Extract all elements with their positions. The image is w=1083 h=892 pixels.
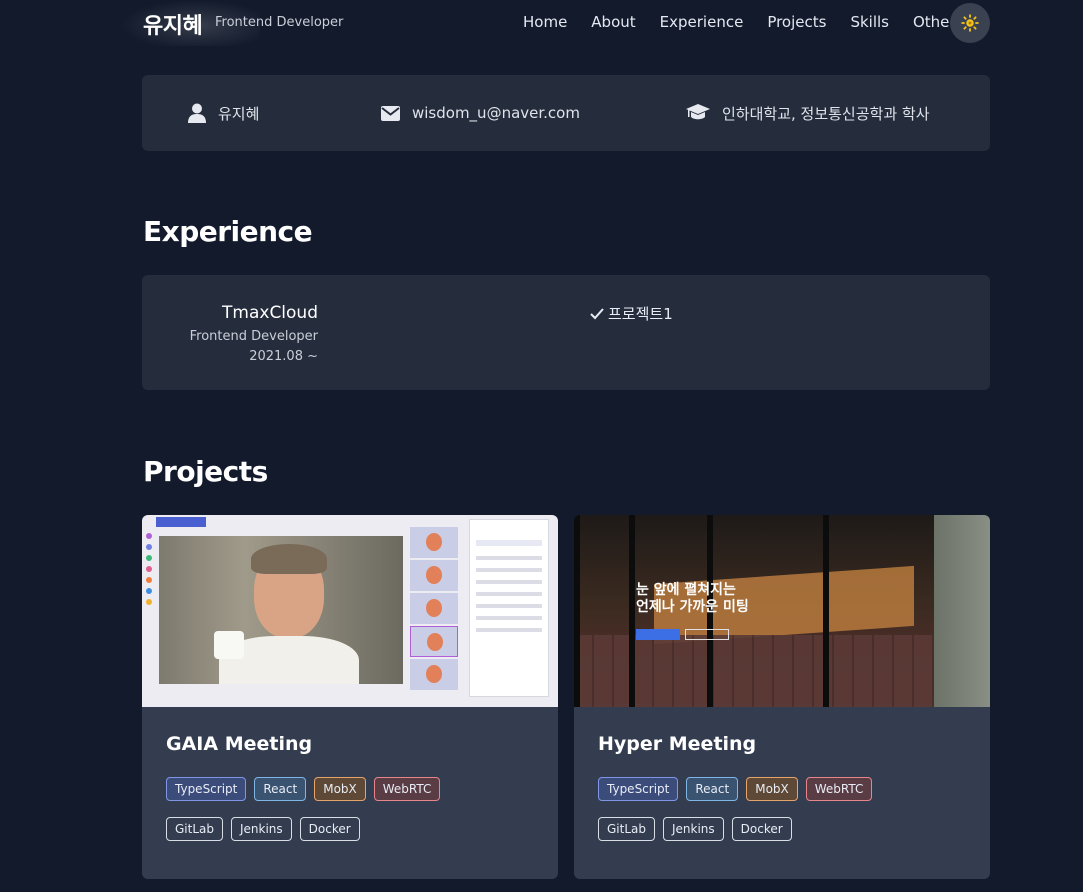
tag-docker: Docker (299, 817, 360, 841)
experience-heading: Experience (143, 215, 313, 248)
hyper-tech-tags: TypeScript React MobX WebRTC (598, 777, 873, 801)
tag-jenkins: Jenkins (231, 817, 292, 841)
project-card-hyper[interactable]: 눈 앞에 펼쳐지는 언제나 가까운 미팅 Hyper Meeting TypeS… (574, 515, 990, 879)
info-education: 인하대학교, 정보통신공학과 학사 (686, 75, 930, 151)
graduation-cap-icon (686, 104, 710, 120)
info-name-text: 유지혜 (218, 104, 260, 123)
about-info-card: 유지혜 wisdom_u@naver.com 인하대학교, 정보통신공학과 학사 (142, 75, 990, 151)
nav-projects[interactable]: Projects (767, 13, 826, 31)
top-navbar: 유지혜 Frontend Developer Home About Experi… (0, 0, 1083, 46)
theme-toggle-button[interactable] (950, 3, 990, 43)
tag-react: React (686, 777, 739, 801)
exp-role: Frontend Developer (189, 329, 318, 344)
exp-project-label: 프로젝트1 (608, 305, 673, 323)
brand-name[interactable]: 유지혜 (143, 8, 203, 40)
hyper-tool-tags: GitLab Jenkins Docker (598, 817, 792, 841)
info-education-text: 인하대학교, 정보통신공학과 학사 (722, 104, 930, 123)
tag-webrtc: WebRTC (805, 777, 873, 801)
sun-icon (961, 14, 979, 32)
nav-about[interactable]: About (591, 13, 635, 31)
nav-experience[interactable]: Experience (660, 13, 744, 31)
envelope-icon (381, 105, 400, 121)
exp-project-item: 프로젝트1 (590, 303, 673, 324)
exp-period: 2021.08 ~ (249, 349, 318, 364)
nav-home[interactable]: Home (523, 13, 567, 31)
tag-typescript: TypeScript (598, 777, 679, 801)
gaia-screenshot (142, 515, 558, 707)
gaia-tech-tags: TypeScript React MobX WebRTC (166, 777, 441, 801)
project-card-gaia[interactable]: GAIA Meeting TypeScript React MobX WebRT… (142, 515, 558, 879)
tag-typescript: TypeScript (166, 777, 247, 801)
check-icon (590, 307, 604, 319)
tag-webrtc: WebRTC (373, 777, 441, 801)
hyper-image-heading: 눈 앞에 펼쳐지는 언제나 가까운 미팅 (636, 582, 749, 615)
tag-gitlab: GitLab (598, 817, 655, 841)
brand-role: Frontend Developer (215, 15, 344, 30)
tag-gitlab: GitLab (166, 817, 223, 841)
tag-mobx: MobX (746, 777, 798, 801)
project-title-gaia: GAIA Meeting (166, 733, 313, 755)
gaia-tool-tags: GitLab Jenkins Docker (166, 817, 360, 841)
project-title-hyper: Hyper Meeting (598, 733, 757, 755)
tag-docker: Docker (731, 817, 792, 841)
info-email: wisdom_u@naver.com (381, 75, 580, 151)
nav-skills[interactable]: Skills (850, 13, 889, 31)
info-email-text[interactable]: wisdom_u@naver.com (412, 104, 580, 122)
nav-links: Home About Experience Projects Skills Ot… (523, 13, 956, 31)
projects-heading: Projects (143, 455, 268, 488)
user-icon (188, 103, 206, 123)
tag-react: React (254, 777, 307, 801)
tag-jenkins: Jenkins (663, 817, 724, 841)
tag-mobx: MobX (314, 777, 366, 801)
hyper-screenshot: 눈 앞에 펼쳐지는 언제나 가까운 미팅 (574, 515, 990, 707)
info-name: 유지혜 (188, 75, 259, 151)
exp-company: TmaxCloud (222, 303, 318, 323)
experience-card: TmaxCloud Frontend Developer 2021.08 ~ 프… (142, 275, 990, 390)
